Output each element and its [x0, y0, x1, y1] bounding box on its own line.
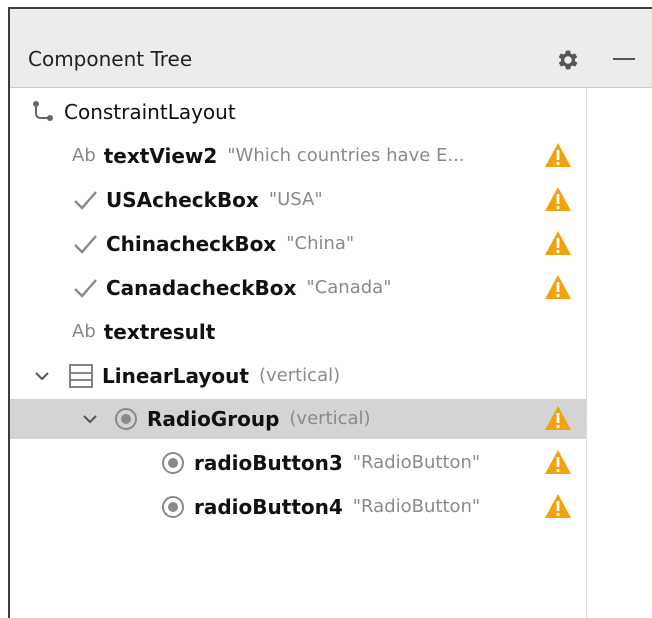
- checkbox-icon: [74, 279, 97, 298]
- tree-row-name: radioButton4: [194, 495, 343, 519]
- tree-row-name: USAcheckBox: [106, 188, 259, 212]
- radio-button-icon: [162, 496, 184, 518]
- gear-icon[interactable]: [555, 47, 581, 73]
- tree-row-radio-group[interactable]: RadioGroup (vertical): [10, 399, 586, 439]
- constraint-layout-icon: [33, 101, 53, 121]
- tree-row-textview2[interactable]: Ab textView2 "Which countries have E...: [10, 136, 586, 176]
- tree-row-name: LinearLayout: [102, 364, 249, 388]
- textview-ab-icon: Ab: [72, 321, 96, 342]
- warning-icon[interactable]: [544, 405, 572, 431]
- tree-row-canada-checkbox[interactable]: CanadacheckBox "Canada": [10, 268, 586, 308]
- panel-title: Component Tree: [28, 47, 193, 71]
- tree-row-name: ChinacheckBox: [106, 232, 277, 256]
- tree-row-china-checkbox[interactable]: ChinacheckBox "China": [10, 224, 586, 264]
- tree-row-constraint-layout[interactable]: ConstraintLayout: [10, 92, 586, 132]
- chevron-down-icon[interactable]: [32, 366, 52, 386]
- tree-row-radiobutton4[interactable]: radioButton4 "RadioButton": [10, 487, 586, 527]
- warning-icon[interactable]: [544, 493, 572, 519]
- tree-row-orientation: (vertical): [289, 408, 371, 429]
- tree-row-radiobutton3[interactable]: radioButton3 "RadioButton": [10, 443, 586, 483]
- tree-row-name: radioButton3: [194, 451, 343, 475]
- component-tree-panel: Component Tree ConstraintLayout Ab textV…: [8, 7, 652, 618]
- tree-row-name: RadioGroup: [147, 407, 280, 431]
- linear-layout-icon: [69, 364, 93, 388]
- radio-button-icon: [162, 452, 184, 474]
- tree-row-name: textresult: [103, 320, 216, 344]
- tree-row-linear-layout[interactable]: LinearLayout (vertical): [10, 356, 586, 396]
- minimize-icon: [613, 58, 635, 60]
- tree-row-textresult[interactable]: Ab textresult: [10, 312, 586, 352]
- tree-row-name: textView2: [103, 144, 218, 168]
- warning-icon[interactable]: [544, 186, 572, 212]
- checkbox-icon: [74, 191, 97, 210]
- tree-row-text: "RadioButton": [352, 496, 481, 517]
- warning-icon[interactable]: [544, 142, 572, 168]
- tree-row-text: "China": [286, 233, 355, 254]
- tree-row-text: "Canada": [306, 277, 392, 298]
- tree-divider: [586, 88, 587, 618]
- panel-header: Component Tree: [10, 9, 652, 88]
- warning-icon[interactable]: [544, 274, 572, 300]
- warning-icon[interactable]: [544, 230, 572, 256]
- radio-group-icon: [115, 408, 137, 430]
- textview-ab-icon: Ab: [72, 145, 96, 166]
- chevron-down-icon[interactable]: [80, 409, 100, 429]
- warning-icon[interactable]: [544, 449, 572, 475]
- component-tree: ConstraintLayout Ab textView2 "Which cou…: [10, 88, 586, 618]
- tree-row-name: ConstraintLayout: [64, 100, 236, 124]
- tree-row-usa-checkbox[interactable]: USAcheckBox "USA": [10, 180, 586, 220]
- checkbox-icon: [74, 235, 97, 254]
- tree-row-text: "Which countries have E...: [227, 145, 465, 166]
- tree-row-text: "RadioButton": [352, 452, 481, 473]
- tree-row-name: CanadacheckBox: [106, 276, 297, 300]
- tree-row-text: "USA": [268, 189, 323, 210]
- tree-row-orientation: (vertical): [258, 365, 341, 386]
- minimize-button[interactable]: [608, 47, 640, 73]
